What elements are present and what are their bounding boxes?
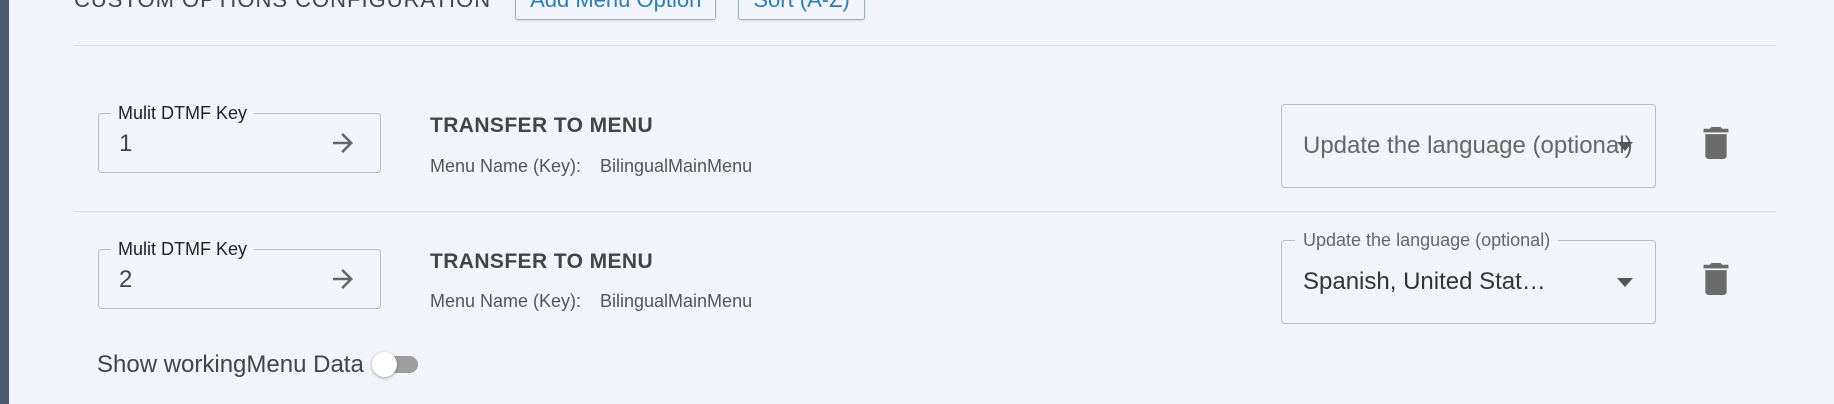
dtmf-key-value[interactable]: 1 — [119, 130, 132, 158]
arrow-right-icon — [333, 269, 353, 289]
dtmf-key-label: Mulit DTMF Key — [111, 238, 255, 260]
chevron-down-icon — [1617, 142, 1633, 151]
show-working-menu-toggle[interactable] — [372, 352, 418, 377]
menu-name-value: BilingualMainMenu — [600, 156, 753, 176]
language-select[interactable]: Update the language (optional) — [1281, 104, 1656, 188]
trash-icon[interactable] — [1702, 263, 1730, 295]
menu-name-label: Menu Name (Key): — [430, 291, 582, 311]
menu-name-label: Menu Name (Key): — [430, 156, 582, 176]
arrow-right-icon — [333, 133, 353, 153]
trash-icon[interactable] — [1702, 127, 1730, 159]
language-select[interactable]: Update the language (optional) Spanish, … — [1281, 229, 1656, 324]
language-value: Spanish, United Stat… — [1303, 268, 1546, 295]
show-working-menu-label: Show workingMenu Data — [97, 351, 364, 378]
action-title: TRANSFER TO MENU — [430, 250, 654, 273]
toggle-knob[interactable] — [372, 352, 397, 377]
dtmf-key-field[interactable]: Mulit DTMF Key 2 — [98, 238, 381, 309]
dtmf-key-value[interactable]: 2 — [119, 266, 132, 294]
chevron-down-icon — [1617, 278, 1633, 287]
language-placeholder: Update the language (optional) — [1303, 132, 1633, 159]
menu-option-row: Mulit DTMF Key 2 TRANSFER TO MENU Menu N… — [0, 0, 1834, 324]
language-select-label: Update the language (optional) — [1295, 229, 1559, 251]
menu-name-value: BilingualMainMenu — [600, 291, 753, 311]
dtmf-key-field[interactable]: Mulit DTMF Key 1 — [98, 102, 381, 173]
row-divider — [74, 211, 1776, 212]
action-title: TRANSFER TO MENU — [430, 114, 654, 137]
